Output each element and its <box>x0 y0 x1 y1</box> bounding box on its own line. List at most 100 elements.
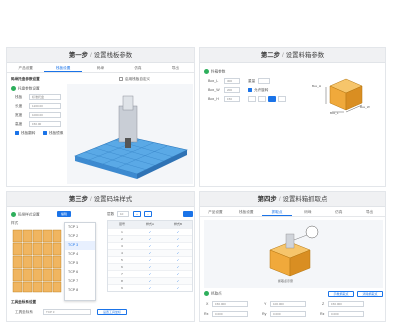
orientation-option-selected[interactable] <box>268 96 276 102</box>
check-icon[interactable]: ✓ <box>136 257 164 263</box>
grip-ry-input[interactable]: 0.000 <box>270 311 306 317</box>
check-icon[interactable]: ✓ <box>136 250 164 256</box>
box-length-input[interactable]: 300 <box>224 78 240 84</box>
table-row[interactable]: 9 ✓ ✓ <box>108 284 192 291</box>
box-height-input[interactable]: 150 <box>224 96 240 102</box>
tab-export[interactable]: 导出 <box>354 207 385 216</box>
orientation-option[interactable] <box>258 96 266 102</box>
tool-frame-label: 工具坐标系 <box>15 310 33 314</box>
table-row[interactable]: 5 ✓ ✓ <box>108 256 192 263</box>
tab-product[interactable]: 产品设置 <box>200 207 231 216</box>
check-icon[interactable]: ✓ <box>164 278 192 284</box>
check-icon[interactable]: ✓ <box>136 271 164 277</box>
pallet-length-input[interactable]: 1200.00 <box>29 103 61 109</box>
table-cell: 3 <box>121 244 123 248</box>
dropdown-option[interactable]: TCP 5 <box>65 259 95 268</box>
check-icon[interactable]: ✓ <box>136 278 164 284</box>
tab-stack[interactable]: 码垛 <box>82 63 119 72</box>
orientation-option[interactable] <box>278 96 286 102</box>
step1-section-title: 码垛托盘参数设置 <box>11 77 40 81</box>
check-icon[interactable]: ✓ <box>164 250 192 256</box>
status-dot-icon <box>204 291 209 296</box>
step3-header: 第三步 / 设置码垛样式 <box>7 192 194 207</box>
check-icon[interactable]: ✓ <box>136 264 164 270</box>
check-icon[interactable]: ✓ <box>136 229 164 235</box>
tab-export[interactable]: 导出 <box>157 63 194 72</box>
table-row[interactable]: 2 ✓ ✓ <box>108 235 192 242</box>
grip-rz-input[interactable]: 0.000 <box>328 311 364 317</box>
box-l-label: Box_L <box>330 111 339 115</box>
teach-grip-button[interactable]: 示教抓取点 <box>328 291 354 297</box>
edit-pattern-button[interactable]: 编辑 <box>57 211 71 217</box>
tool-frame-select[interactable]: TCP 3 <box>43 309 91 315</box>
tab-pallet[interactable]: 栈板设置 <box>231 207 262 216</box>
flip-switch[interactable] <box>15 131 19 135</box>
field-label: 长度 <box>15 104 23 108</box>
check-icon[interactable]: ✓ <box>164 257 192 263</box>
box-width-input[interactable]: 200 <box>224 87 240 93</box>
table-row[interactable]: 4 ✓ ✓ <box>108 249 192 256</box>
custom-pallet-checkbox[interactable] <box>119 77 123 81</box>
tab-pallet[interactable]: 栈板设置 <box>44 63 82 72</box>
tab-sim[interactable]: 仿真 <box>119 63 156 72</box>
status-dot-icon <box>11 86 16 91</box>
coord-label: Rx <box>204 312 209 316</box>
pallet-viewport[interactable] <box>67 84 193 184</box>
table-row[interactable]: 1 ✓ ✓ <box>108 228 192 235</box>
clear-grip-button[interactable]: 清除抓取点 <box>357 291 383 297</box>
status-dot-icon <box>11 212 16 217</box>
tab-grip[interactable]: 抓取点 <box>261 207 293 216</box>
rotate-checkbox[interactable] <box>248 88 252 92</box>
dropdown-option[interactable]: TCP 7 <box>65 277 95 286</box>
step4-panel: 第四步 / 设置料箱抓取点 产品设置 栈板设置 抓取点 码垛 仿真 导出 抓取点示意… <box>199 191 386 322</box>
pallet-width-input[interactable]: 1000.00 <box>29 112 61 118</box>
tab-stack[interactable]: 码垛 <box>292 207 323 216</box>
coord-label: Rz <box>320 312 325 316</box>
grip-3d-view <box>269 225 319 277</box>
box-weight-input[interactable] <box>258 78 270 84</box>
orientation-option[interactable] <box>248 96 256 102</box>
box-w-label: Box_W <box>360 105 370 109</box>
stack-pattern-view[interactable] <box>11 228 63 294</box>
dropdown-option[interactable]: TCP 2 <box>65 232 95 241</box>
tool-frame-title: 工具坐标系设置 <box>11 300 37 304</box>
pallet-type-select[interactable]: 标准托盘 <box>29 94 61 100</box>
weight-label: 重量 <box>248 79 256 83</box>
check-icon[interactable]: ✓ <box>164 264 192 270</box>
check-icon[interactable]: ✓ <box>136 285 164 291</box>
dropdown-option[interactable]: TCP 6 <box>65 268 95 277</box>
tab-sim[interactable]: 仿真 <box>323 207 354 216</box>
check-icon[interactable]: ✓ <box>136 243 164 249</box>
add-layer-button[interactable]: + <box>133 211 141 217</box>
mirror-switch[interactable] <box>43 131 47 135</box>
table-row[interactable]: 7 ✓ ✓ <box>108 270 192 277</box>
grip-rx-input[interactable]: 0.000 <box>212 311 248 317</box>
step4-tabs: 产品设置 栈板设置 抓取点 码垛 仿真 导出 <box>200 207 385 217</box>
mirror-label: 栈板镜像 <box>49 131 64 135</box>
dropdown-option[interactable]: TCP 4 <box>65 250 95 259</box>
tab-product[interactable]: 产品设置 <box>7 63 44 72</box>
check-icon[interactable]: ✓ <box>164 229 192 235</box>
row-label: Box_L <box>208 79 219 83</box>
table-row[interactable]: 6 ✓ ✓ <box>108 263 192 270</box>
check-icon[interactable]: ✓ <box>136 236 164 242</box>
table-cell: 4 <box>121 251 123 255</box>
pallet-height-input[interactable]: 150.00 <box>29 121 61 127</box>
table-row[interactable]: 3 ✓ ✓ <box>108 242 192 249</box>
table-row[interactable]: 8 ✓ ✓ <box>108 277 192 284</box>
grip-y-input[interactable]: 100.000 <box>270 301 306 307</box>
check-icon[interactable]: ✓ <box>164 243 192 249</box>
check-icon[interactable]: ✓ <box>164 236 192 242</box>
dropdown-option[interactable]: TCP 8 <box>65 286 95 295</box>
layer-count-input[interactable]: 10 <box>117 211 129 217</box>
dropdown-option[interactable]: TCP 1 <box>65 223 95 232</box>
remove-layer-button[interactable]: − <box>144 211 152 217</box>
grip-z-input[interactable]: 150.000 <box>328 301 364 307</box>
grip-viewport[interactable]: 抓取点示意 <box>204 220 383 288</box>
grip-x-input[interactable]: 150.000 <box>212 301 248 307</box>
set-tool-frame-button[interactable]: 设置工具坐标 <box>97 309 127 315</box>
check-icon[interactable]: ✓ <box>164 285 192 291</box>
check-icon[interactable]: ✓ <box>164 271 192 277</box>
apply-button[interactable] <box>183 211 193 217</box>
dropdown-option-selected[interactable]: TCP 3 <box>65 241 95 250</box>
